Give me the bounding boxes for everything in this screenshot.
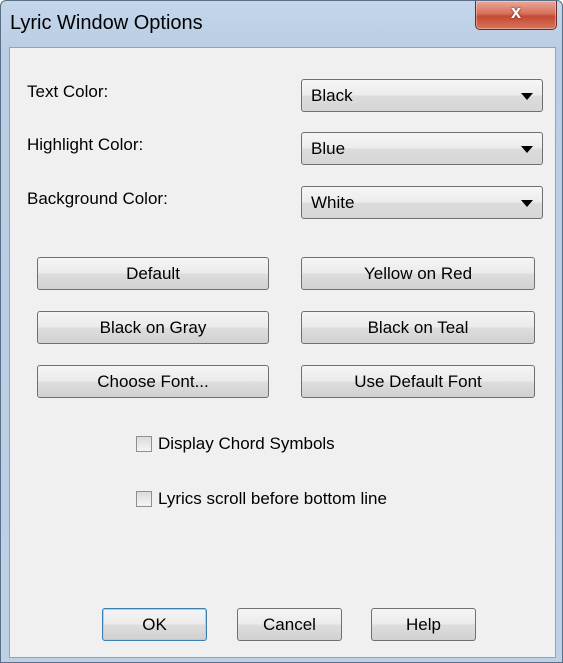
checkbox-box[interactable] xyxy=(136,491,152,507)
use-default-font-button[interactable]: Use Default Font xyxy=(301,365,535,398)
chevron-down-icon xyxy=(521,200,533,207)
background-color-select[interactable]: White xyxy=(301,186,543,219)
background-color-value: White xyxy=(311,193,355,212)
highlight-color-select[interactable]: Blue xyxy=(301,132,543,165)
display-chord-symbols-label: Display Chord Symbols xyxy=(158,434,335,453)
chevron-down-icon xyxy=(521,146,533,153)
lyrics-scroll-checkbox[interactable]: Lyrics scroll before bottom line xyxy=(136,489,387,509)
ok-button[interactable]: OK xyxy=(102,608,207,641)
black-on-teal-button[interactable]: Black on Teal xyxy=(301,311,535,344)
choose-font-button[interactable]: Choose Font... xyxy=(37,365,269,398)
highlight-color-value: Blue xyxy=(311,139,346,158)
text-color-value: Black xyxy=(311,86,353,105)
close-button[interactable]: x xyxy=(475,1,557,30)
close-icon: x xyxy=(510,2,521,22)
dialog-body: Text Color: Black Highlight Color: Blue … xyxy=(9,47,556,658)
cancel-button[interactable]: Cancel xyxy=(237,608,342,641)
display-chord-symbols-checkbox[interactable]: Display Chord Symbols xyxy=(136,434,335,454)
title-bar[interactable]: Lyric Window Options x xyxy=(1,1,562,47)
default-button[interactable]: Default xyxy=(37,257,269,290)
dialog-window: Lyric Window Options x Text Color: Black… xyxy=(0,0,563,663)
yellow-on-red-button[interactable]: Yellow on Red xyxy=(301,257,535,290)
black-on-gray-button[interactable]: Black on Gray xyxy=(37,311,269,344)
highlight-color-label: Highlight Color: xyxy=(27,135,144,154)
lyrics-scroll-label: Lyrics scroll before bottom line xyxy=(158,489,387,508)
background-color-label: Background Color: xyxy=(27,189,168,208)
text-color-label: Text Color: xyxy=(27,82,109,101)
text-color-select[interactable]: Black xyxy=(301,79,543,112)
window-title: Lyric Window Options xyxy=(10,12,203,34)
help-button[interactable]: Help xyxy=(371,608,476,641)
checkbox-box[interactable] xyxy=(136,436,152,452)
chevron-down-icon xyxy=(521,93,533,100)
